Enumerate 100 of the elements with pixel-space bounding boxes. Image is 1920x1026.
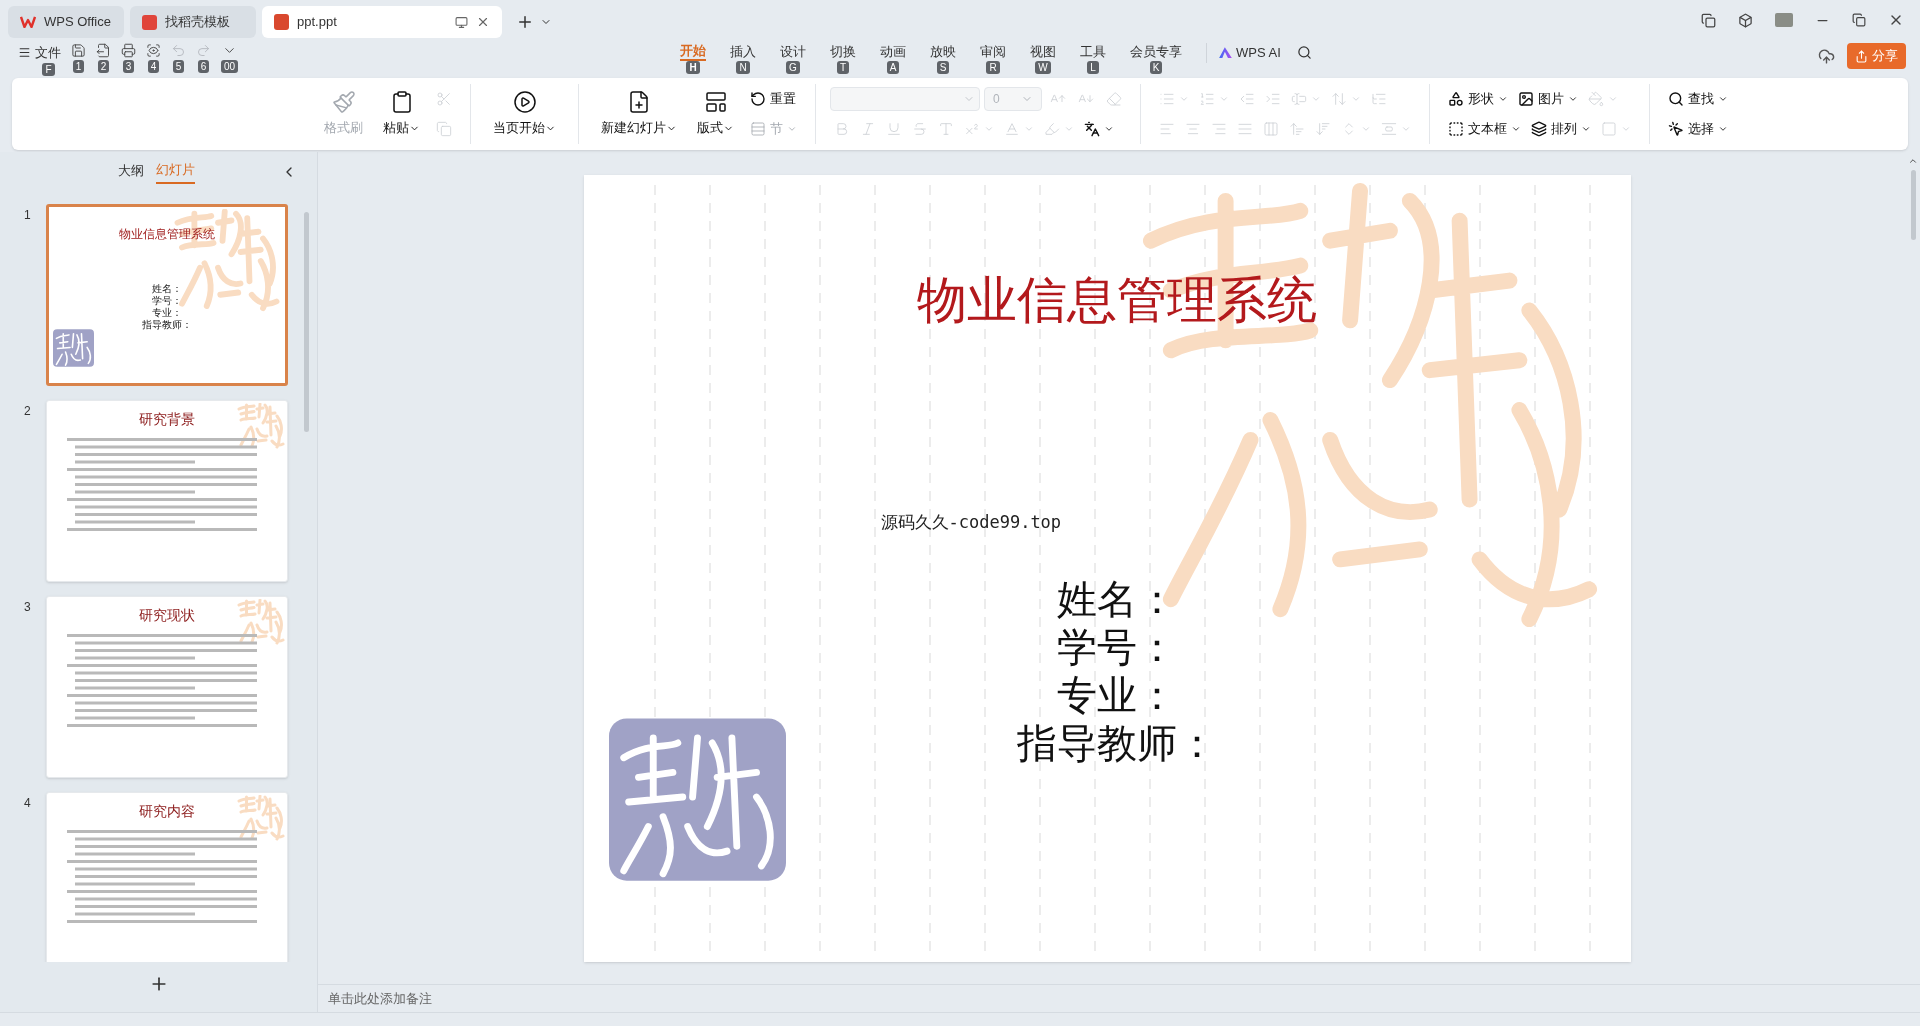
slide-thumbnail[interactable]: 研究内容 — [46, 792, 288, 962]
copy-icon — [436, 121, 452, 137]
ai-logo-icon — [1219, 47, 1232, 59]
wps-logo-icon — [20, 16, 36, 28]
reset-icon — [750, 91, 766, 107]
caret-icon — [1718, 124, 1728, 134]
file-menu[interactable]: 文件 F — [18, 43, 61, 76]
panel-tab[interactable]: 大纲 — [118, 161, 144, 183]
ribbon-button[interactable]: 形状 — [1444, 86, 1512, 112]
ribbon-button[interactable]: 查找 — [1664, 86, 1732, 112]
caret-icon — [1718, 94, 1728, 104]
wps-ai-button[interactable]: WPS AI — [1219, 43, 1281, 63]
key-tip: 1 — [72, 60, 85, 73]
quick-access-button[interactable]: 00 — [221, 43, 239, 73]
text-shadow-icon — [938, 121, 954, 137]
key-tip: N — [736, 61, 750, 74]
key-tip: K — [1149, 61, 1163, 74]
export-icon — [96, 43, 111, 58]
scrollbar[interactable] — [1910, 170, 1916, 240]
paragraph-spacing-icon — [1315, 121, 1331, 137]
ribbon-button[interactable]: 版式 — [689, 86, 742, 142]
caret-icon — [1104, 124, 1114, 134]
ribbon-tab[interactable]: 视图 W — [1018, 43, 1068, 74]
seal-drawing — [53, 329, 94, 367]
scroll-up-icon[interactable] — [1908, 156, 1918, 166]
align-center-icon — [1185, 121, 1201, 137]
ribbon-button[interactable]: 文本框 — [1444, 116, 1525, 142]
ribbon-button[interactable]: 粘贴 — [375, 86, 428, 142]
slide-thumbnail[interactable]: 物业信息管理系统 姓名： 学号： 专业： 指导教师： — [46, 204, 288, 386]
quick-access-button[interactable]: 3 — [121, 43, 136, 73]
slide-thumbnail[interactable]: 研究背景 — [46, 400, 288, 582]
section-icon — [750, 121, 766, 137]
layout-icon — [703, 90, 728, 115]
key-tip: G — [786, 61, 800, 74]
menu-icon — [18, 46, 31, 60]
window-icon[interactable] — [1701, 12, 1716, 28]
share-icon — [1855, 49, 1868, 63]
ribbon-button[interactable]: 图片 — [1514, 86, 1582, 112]
new-tab-icon[interactable] — [516, 13, 534, 31]
image-icon — [1518, 91, 1534, 107]
quick-access-button[interactable]: 4 — [146, 43, 161, 73]
caret-icon — [1361, 124, 1371, 134]
cloud-upload-icon[interactable] — [1818, 47, 1835, 65]
highlighter-icon — [1044, 121, 1060, 137]
ribbon-button[interactable]: 选择 — [1664, 116, 1732, 142]
slide-field: 姓名： — [152, 283, 182, 295]
underline-icon — [886, 121, 902, 137]
eraser-icon — [1106, 91, 1122, 107]
ribbon-button[interactable]: 排列 — [1527, 116, 1595, 142]
key-tip: 2 — [97, 60, 110, 73]
slide-title: 物业信息管理系统 — [916, 271, 1317, 330]
notes-field[interactable]: 单击此处添加备注 — [328, 988, 432, 1009]
ribbon-tab[interactable]: 动画 A — [868, 43, 918, 74]
key-tip: W — [1035, 61, 1051, 74]
scrollbar[interactable] — [304, 212, 309, 432]
slide-field: 姓名： — [1057, 575, 1177, 624]
key-tip: T — [836, 61, 850, 74]
slide-title: 研究现状 — [139, 606, 195, 625]
ribbon-button[interactable]: 重置 — [746, 86, 800, 112]
slide-subtitle: 源码久久-code99.top — [880, 511, 1063, 534]
quick-access-button[interactable]: 2 — [96, 43, 111, 73]
ribbon-tab[interactable]: 放映 S — [918, 43, 968, 74]
ribbon-tab[interactable]: 设计 G — [768, 43, 818, 74]
caret-icon — [1568, 94, 1578, 104]
quick-access-button[interactable]: 1 — [71, 43, 86, 73]
restore-icon[interactable] — [1852, 13, 1866, 27]
ribbon-tab[interactable]: 会员专享 K — [1118, 43, 1194, 74]
italic-icon — [860, 121, 876, 137]
caret-icon — [1498, 94, 1508, 104]
cube-icon[interactable] — [1738, 12, 1753, 28]
caret-icon — [1024, 124, 1034, 134]
ribbon-tab[interactable]: 开始 H — [668, 43, 718, 74]
document-tab[interactable]: ppt.ppt — [262, 6, 502, 38]
ribbon-button[interactable]: 新建幻灯片 — [593, 86, 685, 142]
slide-title: 物业信息管理系统 — [119, 226, 215, 243]
ribbon-tab[interactable]: 插入 N — [718, 43, 768, 74]
ribbon-tab[interactable]: 审阅 R — [968, 43, 1018, 74]
calligraphy-drawing — [237, 599, 285, 645]
redo-icon — [196, 43, 211, 58]
play-icon — [512, 90, 537, 115]
ribbon-tab[interactable]: 切换 T — [818, 43, 868, 74]
ribbon-button[interactable]: 当页开始 — [485, 86, 564, 142]
calligraphy-drawing — [237, 403, 285, 449]
slide-number: 4 — [24, 795, 32, 812]
caret-icon — [787, 124, 797, 134]
slide-thumbnail[interactable]: 研究现状 — [46, 596, 288, 778]
shapes-icon — [1448, 91, 1464, 107]
ribbon-tab[interactable]: 工具 L — [1068, 43, 1118, 74]
convert-icon — [1371, 91, 1387, 107]
key-tip: F — [42, 62, 55, 76]
document-tab[interactable]: WPS Office — [8, 6, 124, 38]
strikethrough-icon — [912, 121, 928, 137]
key-tip: L — [1087, 61, 1099, 74]
document-tab[interactable]: 找稻壳模板 — [130, 6, 256, 38]
caret-icon — [1179, 94, 1189, 104]
save-icon — [71, 43, 86, 58]
select-icon — [1668, 121, 1684, 137]
key-tip: R — [986, 61, 1000, 74]
search-icon[interactable] — [1296, 45, 1312, 61]
key-tip: 4 — [147, 60, 160, 73]
